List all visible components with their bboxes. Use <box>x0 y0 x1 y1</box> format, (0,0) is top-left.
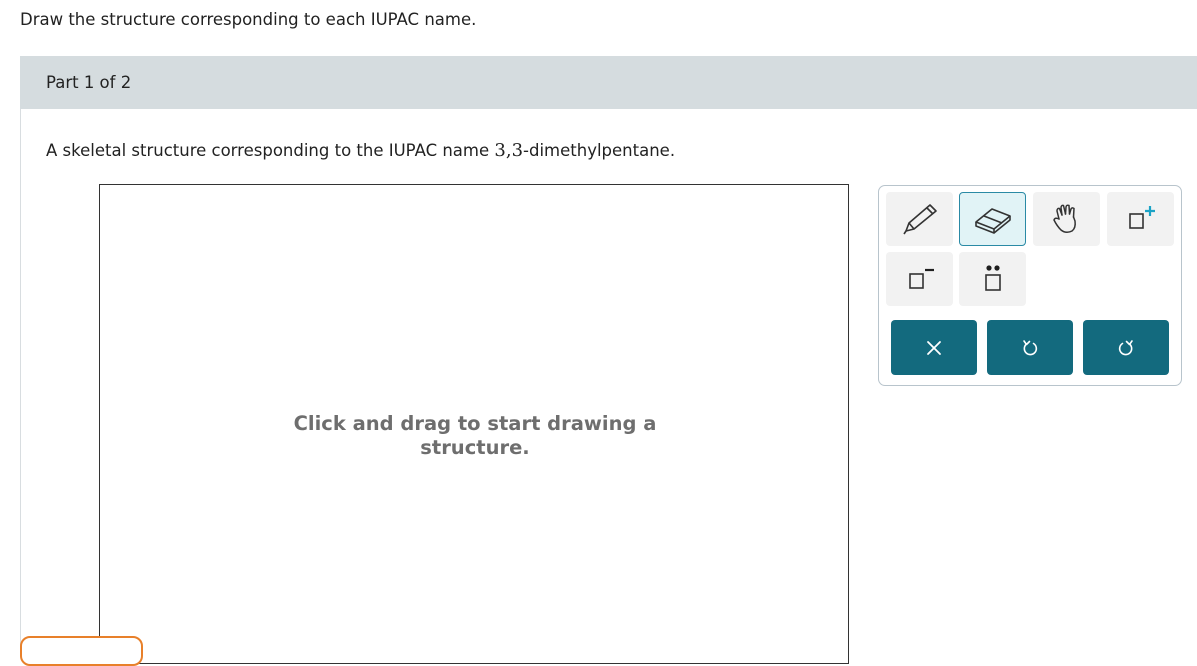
part-navigation-tab[interactable] <box>20 636 143 666</box>
redo-button[interactable] <box>1083 320 1169 375</box>
canvas-hint: Click and drag to start drawing a struct… <box>280 412 670 460</box>
question-prefix: A skeletal structure corresponding to th… <box>46 141 495 160</box>
add-charge-tool[interactable] <box>1107 192 1174 246</box>
question-suffix: -dimethylpentane. <box>523 141 676 160</box>
eraser-tool[interactable] <box>959 192 1026 246</box>
pencil-icon <box>902 204 937 235</box>
undo-icon <box>1023 339 1038 355</box>
instruction-text: Draw the structure corresponding to each… <box>20 10 477 29</box>
drawing-toolbox <box>878 185 1182 386</box>
clear-button[interactable] <box>891 320 977 375</box>
hand-tool[interactable] <box>1033 192 1100 246</box>
question-text: A skeletal structure corresponding to th… <box>46 140 675 161</box>
part-header: Part 1 of 2 <box>20 56 1197 109</box>
lone-pair-icon <box>984 265 1001 291</box>
eraser-icon <box>974 208 1011 234</box>
pencil-tool[interactable] <box>886 192 953 246</box>
part-label: Part 1 of 2 <box>46 73 132 92</box>
iupac-locants: 3,3 <box>494 140 524 161</box>
redo-icon <box>1118 339 1133 355</box>
lone-pair-tool[interactable] <box>959 252 1026 306</box>
hand-icon <box>1052 204 1076 234</box>
close-icon <box>927 340 941 355</box>
canvas-hint-line-1: Click and drag to start drawing a <box>293 412 657 435</box>
canvas-hint-line-2: structure. <box>420 436 530 459</box>
negative-charge-icon <box>908 268 934 289</box>
subtract-charge-tool[interactable] <box>886 252 953 306</box>
positive-charge-icon <box>1128 206 1155 229</box>
undo-button[interactable] <box>987 320 1073 375</box>
